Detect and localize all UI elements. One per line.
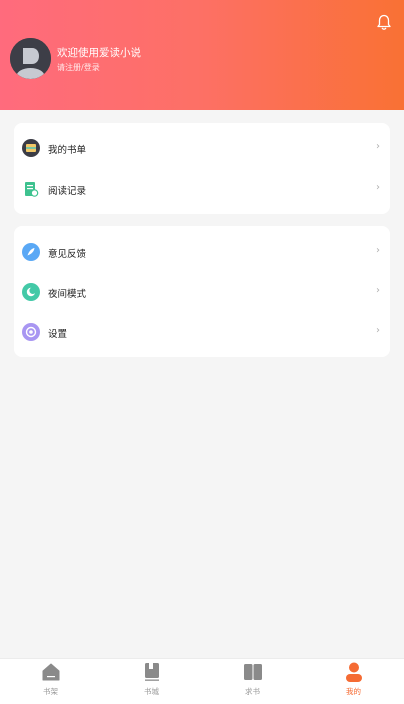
menu-item-reading-record[interactable]: 阅读记录 › [14, 169, 390, 209]
menu-item-night-mode[interactable]: 夜间模式 › [14, 272, 390, 312]
bottom-tab-bar: 书架 书城 求书 我的 [0, 658, 404, 704]
welcome-title: 欢迎使用爱读小说 [57, 47, 141, 59]
tab-bookshelf[interactable]: 书架 [0, 659, 101, 704]
tab-profile[interactable]: 我的 [303, 659, 404, 704]
avatar-icon [10, 38, 51, 79]
tab-bookstore[interactable]: 书城 [101, 659, 202, 704]
bookstore-icon [145, 663, 159, 681]
profile-header: 欢迎使用爱读小说 请注册/登录 [0, 0, 404, 110]
night-mode-icon [22, 283, 40, 301]
menu-item-feedback[interactable]: 意见反馈 › [14, 232, 390, 272]
login-register-link[interactable]: 请注册/登录 [57, 62, 100, 73]
reading-record-icon [25, 182, 39, 197]
profile-icon [346, 662, 362, 682]
tab-label: 我的 [346, 687, 361, 696]
menu-item-label: 夜间模式 [48, 289, 87, 300]
menu-item-settings[interactable]: 设置 › [14, 312, 390, 352]
tab-label: 书架 [43, 687, 58, 696]
menu-card-primary: 我的书单 › 阅读记录 › [14, 123, 390, 214]
menu-item-book-list[interactable]: 我的书单 › [14, 128, 390, 168]
menu-item-label: 阅读记录 [48, 186, 87, 197]
chevron-right-icon: › [376, 245, 380, 256]
bookshelf-icon [42, 663, 60, 681]
menu-item-label: 设置 [48, 329, 68, 340]
menu-card-secondary: 意见反馈 › 夜间模式 › 设置 › [14, 226, 390, 357]
feedback-icon [22, 243, 40, 261]
bell-icon[interactable] [376, 14, 392, 31]
tab-label: 求书 [245, 687, 260, 696]
chevron-right-icon: › [376, 182, 380, 193]
chevron-right-icon: › [376, 285, 380, 296]
chevron-right-icon: › [376, 325, 380, 336]
menu-item-label: 我的书单 [48, 145, 87, 156]
menu-item-label: 意见反馈 [48, 249, 87, 260]
avatar[interactable] [10, 38, 51, 79]
book-list-icon [22, 139, 40, 157]
request-book-icon [244, 664, 262, 680]
tab-request-book[interactable]: 求书 [202, 659, 303, 704]
settings-icon [22, 323, 40, 341]
tab-label: 书城 [144, 687, 159, 696]
chevron-right-icon: › [376, 141, 380, 152]
